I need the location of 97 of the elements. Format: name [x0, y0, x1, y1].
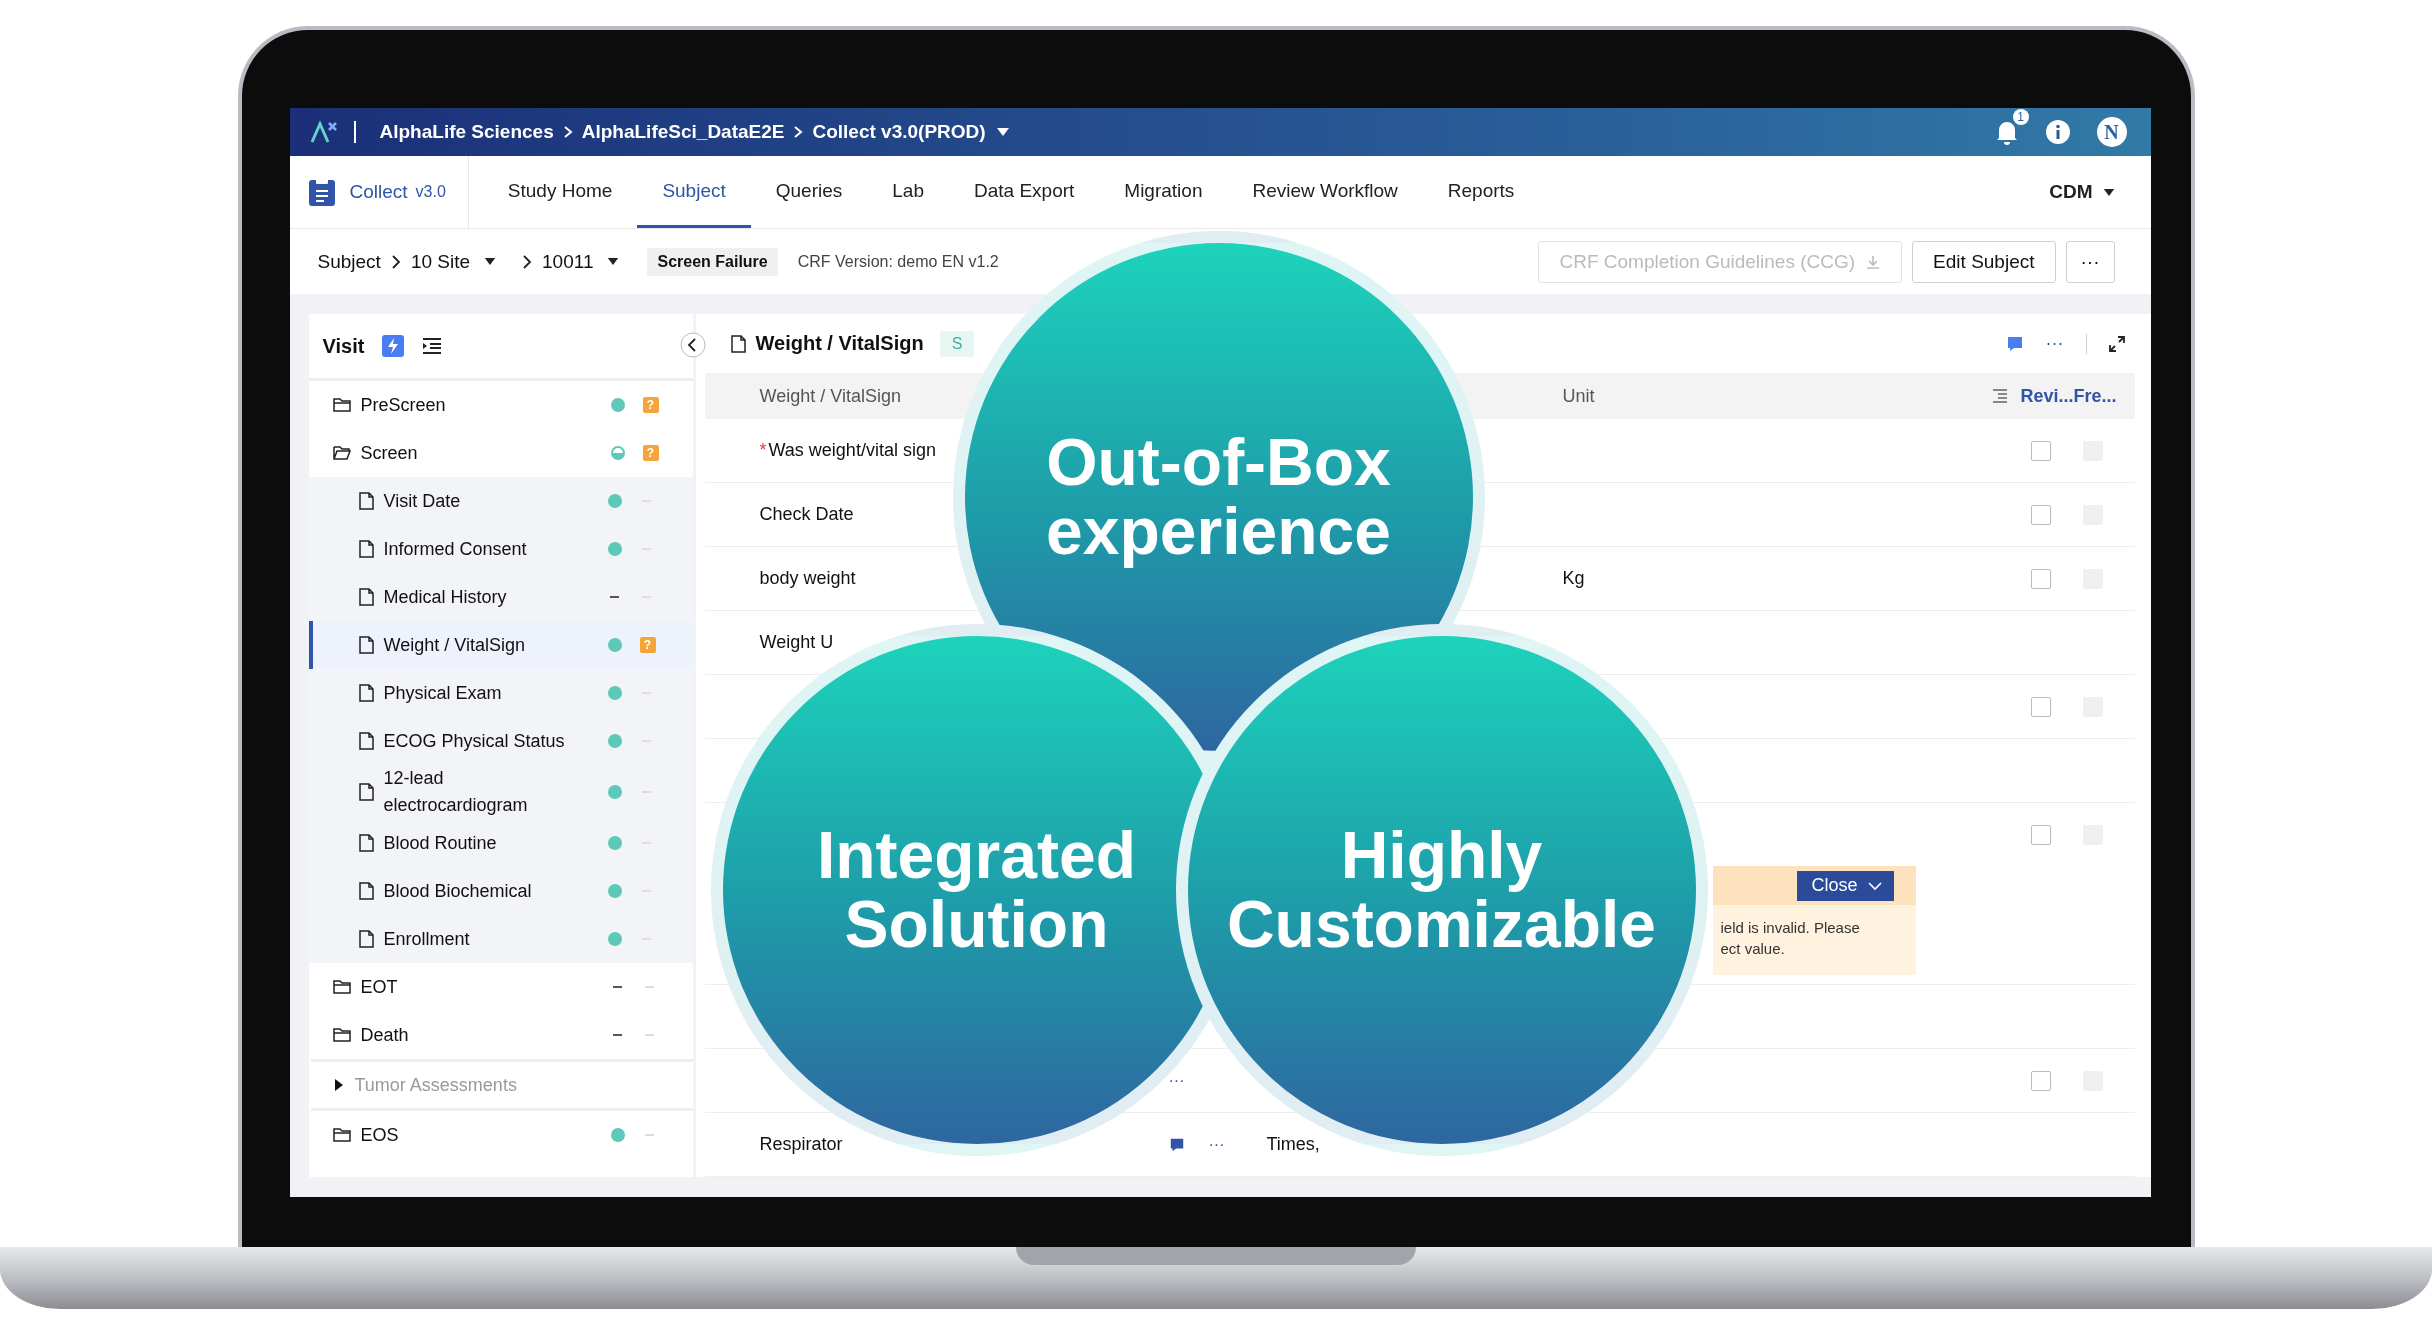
query-badge: ? — [639, 637, 656, 653]
indent-icon[interactable] — [422, 337, 443, 355]
form-title: Weight / VitalSign — [755, 332, 924, 355]
document-icon — [358, 540, 374, 558]
query-message: ield is invalid. Please — [1720, 919, 1861, 936]
form-item[interactable]: Blood Routine — [308, 819, 693, 867]
status-tag: Screen Failure — [647, 247, 778, 276]
document-icon — [358, 732, 374, 750]
nav-tab[interactable]: Study Home — [482, 156, 638, 228]
comment-icon[interactable] — [2005, 334, 2024, 353]
logo-icon — [309, 120, 340, 144]
query-badge: ? — [642, 445, 659, 461]
no-query-mark — [645, 1034, 654, 1036]
more-menu[interactable]: ··· — [2045, 333, 2064, 354]
caret-icon — [2102, 187, 2115, 197]
field-label: Check Date — [759, 504, 854, 524]
column-header[interactable]: Fre... — [2073, 385, 2117, 407]
review-checkbox[interactable] — [2030, 504, 2051, 525]
app-name: Collect — [349, 181, 408, 203]
folder-icon — [332, 397, 351, 413]
query-message: ect value. — [1720, 940, 1786, 957]
expand-triangle-icon — [332, 1078, 345, 1092]
study-link[interactable]: AlphaLifeSci_DataE2E — [581, 121, 785, 143]
form-item[interactable]: Weight / VitalSign ? — [308, 621, 693, 669]
app-version: v3.0 — [415, 183, 446, 201]
document-icon — [358, 783, 374, 801]
form-item[interactable]: Blood Biochemical — [308, 867, 693, 915]
field-unit: Kg — [1562, 568, 1586, 589]
review-checkbox[interactable] — [2030, 824, 2051, 845]
review-checkbox[interactable] — [2030, 696, 2051, 717]
clipboard-icon — [307, 177, 336, 207]
chevron-icon — [522, 253, 533, 270]
no-query-mark — [645, 986, 654, 988]
download-icon — [1865, 253, 1882, 270]
environment-dropdown[interactable]: Collect v3.0(PROD) — [812, 121, 986, 143]
user-avatar[interactable]: N — [2096, 117, 2127, 147]
form-item[interactable]: Medical History — [308, 573, 693, 621]
filter-list-icon[interactable] — [1992, 389, 2009, 403]
status-tag: S — [939, 330, 975, 357]
column-header: Unit — [1562, 385, 1595, 407]
chevron-icon — [562, 125, 573, 139]
edit-button[interactable]: Edit Subject — [1912, 240, 2056, 283]
review-checkbox[interactable] — [2030, 440, 2051, 461]
notification-badge: 1 — [2012, 109, 2029, 125]
org-link[interactable]: AlphaLife Sciences — [379, 121, 554, 143]
form-item[interactable]: Enrollment — [308, 915, 693, 963]
document-icon — [358, 684, 374, 702]
document-icon — [358, 834, 374, 852]
field-value: Times, — [1266, 1134, 1321, 1155]
breadcrumb-item[interactable]: Subject — [317, 250, 381, 273]
more-button[interactable]: ··· — [2065, 240, 2115, 283]
nav-tab[interactable]: Data Export — [949, 156, 1100, 228]
document-icon — [358, 930, 374, 948]
folder-icon — [332, 979, 351, 995]
form-item[interactable]: Visit Date — [308, 477, 693, 525]
field-label: Respirator — [759, 1134, 843, 1154]
chevron-icon — [793, 125, 804, 139]
folder-icon — [332, 1127, 351, 1143]
comment-icon[interactable] — [1168, 1136, 1185, 1153]
document-icon — [730, 334, 746, 353]
sidebar-title: Visit — [322, 334, 365, 358]
query-badge: ? — [642, 397, 659, 413]
lightning-icon[interactable] — [382, 335, 405, 357]
breadcrumb-item[interactable]: 10 Site — [410, 250, 471, 273]
collapse-icon[interactable] — [679, 332, 706, 358]
required-mark: * — [759, 440, 767, 460]
open-folder-icon — [332, 445, 351, 461]
info-icon[interactable] — [2044, 119, 2071, 145]
form-item[interactable]: 12-lead electrocardiogram — [308, 765, 693, 819]
form-item[interactable]: Physical Exam — [308, 669, 693, 717]
review-checkbox[interactable] — [2030, 568, 2051, 589]
breadcrumb-item[interactable]: 10011 — [542, 250, 594, 273]
column-header: Weight / VitalSign — [759, 385, 902, 407]
nav-tab[interactable]: Migration — [1099, 156, 1228, 228]
nav-tab[interactable]: Queries — [750, 156, 868, 228]
document-icon — [358, 588, 374, 606]
folder-icon — [332, 1027, 351, 1043]
nav-tab[interactable]: Review Workflow — [1227, 156, 1423, 228]
chevron-icon — [390, 253, 401, 270]
document-icon — [358, 882, 374, 900]
no-query-mark — [645, 1134, 654, 1136]
review-checkbox[interactable] — [2030, 1070, 2051, 1091]
nav-tab[interactable]: Reports — [1422, 156, 1540, 228]
field-label: Weight U — [759, 632, 834, 652]
caret-icon — [995, 127, 1010, 137]
chevron-down-icon — [1867, 880, 1882, 891]
nav-tab[interactable]: Lab — [867, 156, 949, 228]
document-icon — [358, 492, 374, 510]
document-icon — [358, 636, 374, 654]
expand-icon[interactable] — [2108, 335, 2125, 352]
role-dropdown[interactable]: CDM — [2049, 181, 2093, 203]
form-item[interactable]: Informed Consent — [308, 525, 693, 573]
column-header[interactable]: Revi... — [2020, 385, 2074, 407]
form-item[interactable]: ECOG Physical Status — [308, 717, 693, 765]
field-label: body weight — [759, 568, 856, 588]
field-label: Was weight/vital sign — [768, 440, 936, 460]
close-button[interactable]: Close — [1797, 870, 1894, 901]
